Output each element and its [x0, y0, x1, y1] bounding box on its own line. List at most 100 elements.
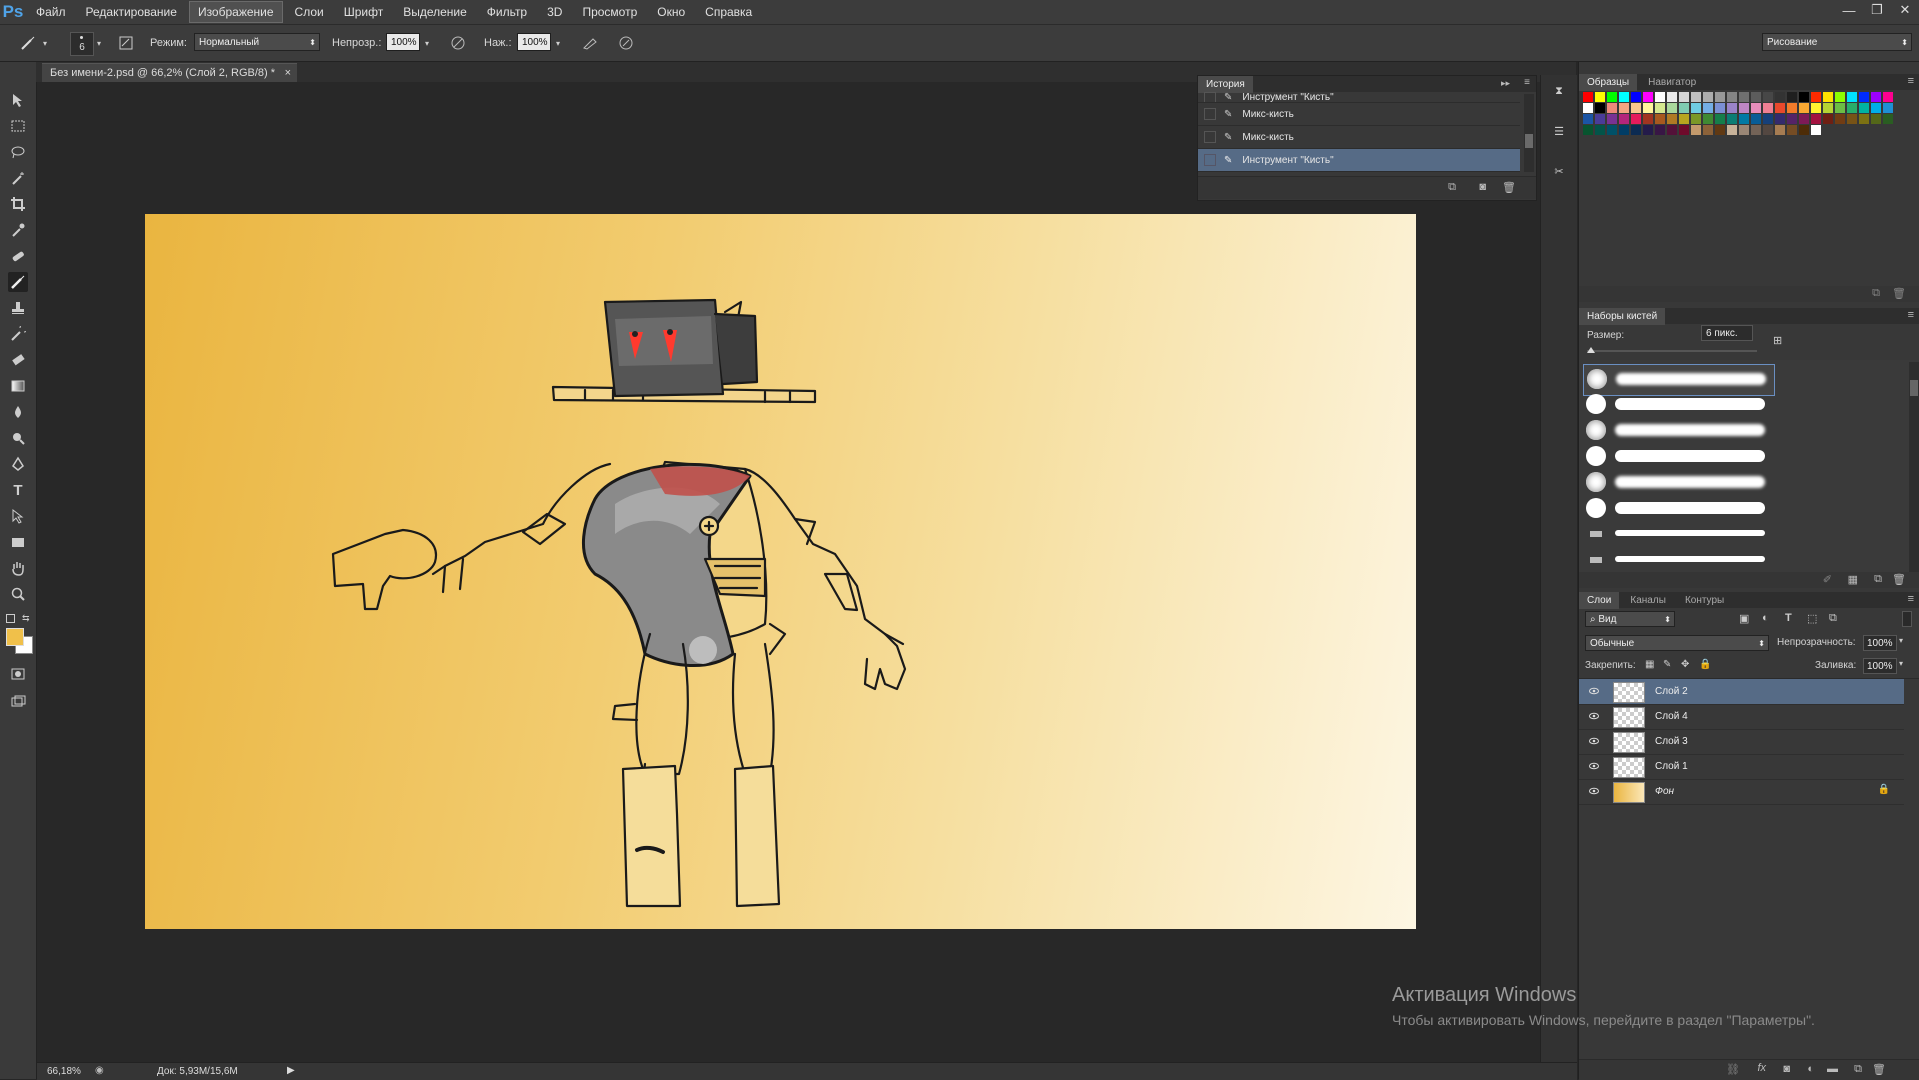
color-swatch[interactable] — [1787, 125, 1797, 135]
color-swatch[interactable] — [1871, 114, 1881, 124]
color-swatch[interactable] — [1703, 103, 1713, 113]
color-swatch[interactable] — [1859, 103, 1869, 113]
scrollbar-thumb[interactable] — [1525, 134, 1533, 148]
brush-list-scrollbar[interactable] — [1909, 362, 1919, 572]
panel-menu-icon[interactable]: ≡ — [1908, 75, 1914, 87]
layer-row-fon[interactable]: Фон 🔒 — [1579, 779, 1904, 805]
clone-stamp-tool-icon[interactable] — [8, 298, 28, 318]
menu-filter[interactable]: Фильтр — [479, 2, 535, 22]
color-swatch[interactable] — [1799, 103, 1809, 113]
menu-view[interactable]: Просмотр — [574, 2, 645, 22]
marquee-tool-icon[interactable] — [8, 116, 28, 136]
pressure-size-icon[interactable] — [616, 33, 636, 53]
visibility-eye-icon[interactable] — [1589, 786, 1599, 796]
color-swatch[interactable] — [1883, 92, 1893, 102]
color-swatch[interactable] — [1727, 92, 1737, 102]
screen-mode-icon[interactable] — [8, 692, 28, 712]
size-slider-handle[interactable] — [1587, 347, 1595, 353]
history-item[interactable]: ✎ Инструмент "Кисть" — [1198, 92, 1520, 103]
menu-image[interactable]: Изображение — [188, 1, 283, 23]
menu-window[interactable]: Окно — [649, 2, 693, 22]
color-swatch[interactable] — [1871, 103, 1881, 113]
color-swatch[interactable] — [1751, 92, 1761, 102]
color-swatch[interactable] — [1631, 114, 1641, 124]
color-swatch[interactable] — [1763, 114, 1773, 124]
color-swatch[interactable] — [1607, 103, 1617, 113]
add-mask-icon[interactable]: ◙ — [1783, 1063, 1790, 1075]
swap-colors-icon[interactable]: ⇆ — [22, 613, 30, 624]
history-brush-tool-icon[interactable] — [8, 324, 28, 344]
menu-type[interactable]: Шрифт — [336, 2, 391, 22]
lock-all-icon[interactable]: 🔒 — [1699, 659, 1711, 670]
document-tab[interactable]: Без имени-2.psd @ 66,2% (Слой 2, RGB/8) … — [42, 63, 298, 82]
filter-smart-object-icon[interactable]: ⧉ — [1829, 612, 1837, 625]
close-icon[interactable]: ✕ — [1891, 0, 1919, 20]
color-swatch[interactable] — [1847, 114, 1857, 124]
opacity-input[interactable]: 100% — [386, 33, 420, 51]
magic-wand-tool-icon[interactable] — [8, 168, 28, 188]
layer-row-sloi-1[interactable]: Слой 1 — [1579, 754, 1904, 780]
color-swatch[interactable] — [1859, 114, 1869, 124]
lasso-tool-icon[interactable] — [8, 142, 28, 162]
color-swatch[interactable] — [1799, 125, 1809, 135]
color-swatch[interactable] — [1883, 103, 1893, 113]
color-swatch[interactable] — [1691, 125, 1701, 135]
history-item[interactable]: ✎ Микс-кисть — [1198, 126, 1520, 149]
lock-position-icon[interactable]: ✥ — [1681, 659, 1689, 670]
close-tab-icon[interactable]: × — [285, 64, 291, 82]
color-swatch[interactable] — [1715, 125, 1725, 135]
color-swatch[interactable] — [1595, 114, 1605, 124]
color-swatch[interactable] — [1847, 103, 1857, 113]
color-swatch[interactable] — [1763, 103, 1773, 113]
rectangle-tool-icon[interactable] — [8, 532, 28, 552]
color-swatch[interactable] — [1691, 92, 1701, 102]
color-swatch[interactable] — [1739, 92, 1749, 102]
adjustment-layer-icon[interactable]: ◐ — [1807, 1063, 1814, 1075]
layer-opacity-input[interactable]: 100% — [1863, 635, 1897, 651]
color-swatch[interactable] — [1703, 125, 1713, 135]
color-swatch[interactable] — [1583, 103, 1593, 113]
visibility-eye-icon[interactable] — [1589, 686, 1599, 696]
color-swatch[interactable] — [1751, 103, 1761, 113]
path-selection-tool-icon[interactable] — [8, 506, 28, 526]
history-checkbox[interactable] — [1204, 154, 1216, 166]
color-swatch[interactable] — [1595, 92, 1605, 102]
flow-input[interactable]: 100% — [517, 33, 551, 51]
tab-navigator[interactable]: Навигатор — [1640, 74, 1704, 91]
mode-select[interactable]: Нормальный ⬍ — [194, 33, 320, 51]
document-canvas[interactable] — [145, 214, 1416, 929]
brush-tool-icon[interactable] — [8, 272, 28, 292]
color-swatch[interactable] — [1859, 92, 1869, 102]
default-colors-icon[interactable] — [6, 614, 15, 623]
color-swatch[interactable] — [1727, 103, 1737, 113]
color-swatch[interactable] — [1619, 125, 1629, 135]
color-swatch[interactable] — [1691, 114, 1701, 124]
new-document-from-state-icon[interactable]: ⧉ — [1448, 181, 1456, 194]
brush-size-input[interactable]: 6 пикс. — [1701, 325, 1753, 341]
color-swatch[interactable] — [1679, 103, 1689, 113]
type-tool-icon[interactable]: T — [8, 480, 28, 500]
swatch-grid[interactable] — [1579, 90, 1919, 150]
zoom-tool-icon[interactable] — [8, 584, 28, 604]
menu-edit[interactable]: Редактирование — [78, 2, 185, 22]
new-preset-icon[interactable]: ⧉ — [1874, 573, 1882, 586]
color-swatch[interactable] — [1835, 92, 1845, 102]
lock-transparency-icon[interactable]: ▦ — [1645, 659, 1654, 670]
color-swatch[interactable] — [1655, 92, 1665, 102]
color-swatch[interactable] — [1835, 103, 1845, 113]
color-swatch[interactable] — [1883, 114, 1893, 124]
workspace-select[interactable]: Рисование ⬍ — [1762, 33, 1912, 51]
color-swatch[interactable] — [1703, 92, 1713, 102]
color-swatch[interactable] — [1823, 92, 1833, 102]
menu-select[interactable]: Выделение — [395, 2, 475, 22]
color-swatch[interactable] — [1799, 114, 1809, 124]
visibility-eye-icon[interactable] — [1589, 711, 1599, 721]
color-swatch[interactable] — [1763, 92, 1773, 102]
new-brush-preset-icon[interactable]: ⊞ — [1773, 334, 1787, 348]
color-swatch[interactable] — [1823, 103, 1833, 113]
brush-size-picker[interactable]: 6 — [70, 32, 94, 56]
eraser-tool-icon[interactable] — [8, 350, 28, 370]
color-swatch[interactable] — [1583, 92, 1593, 102]
brush-picker-dropdown-icon[interactable]: ▾ — [94, 33, 104, 53]
color-swatch[interactable] — [1739, 125, 1749, 135]
